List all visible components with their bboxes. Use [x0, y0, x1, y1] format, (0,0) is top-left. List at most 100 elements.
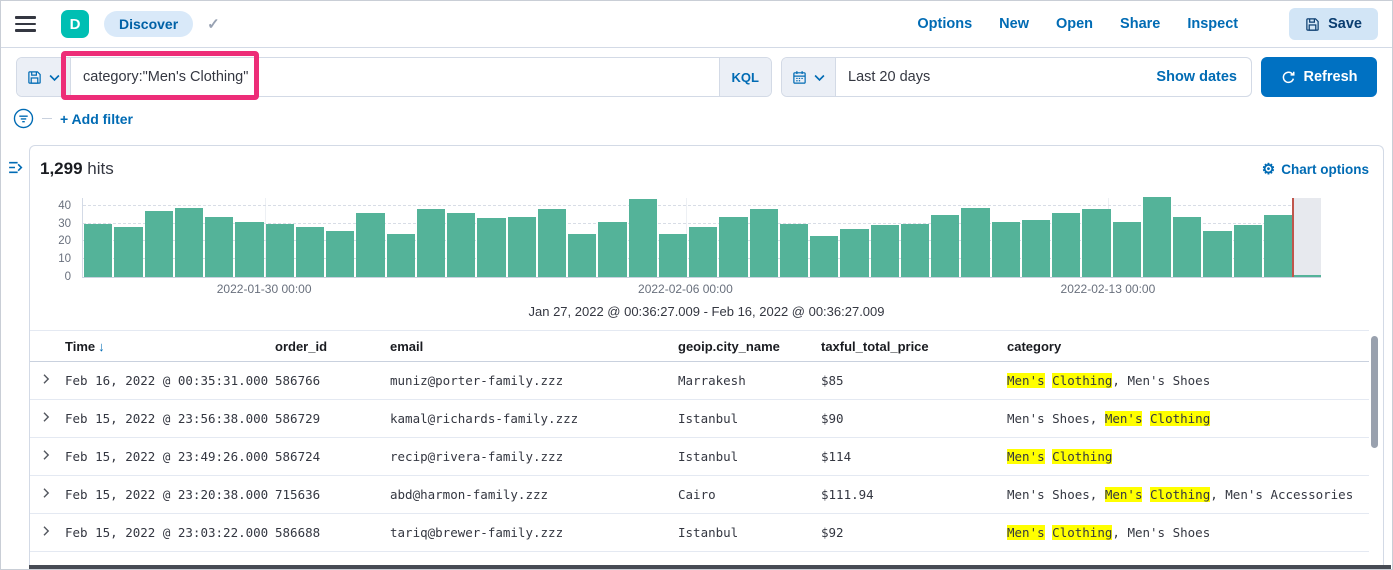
horizontal-scrollbar[interactable]: [29, 565, 1391, 569]
histogram-bar[interactable]: [386, 234, 415, 277]
expand-sidebar-icon[interactable]: [7, 159, 24, 175]
histogram-bar[interactable]: [356, 213, 385, 277]
histogram-bar[interactable]: [537, 209, 566, 277]
space-avatar[interactable]: D: [61, 10, 89, 38]
vertical-scrollbar-thumb[interactable]: [1371, 336, 1378, 448]
histogram-bar[interactable]: [1052, 213, 1081, 277]
date-range-value[interactable]: Last 20 days: [836, 58, 1142, 96]
filter-divider: [42, 118, 52, 119]
refresh-icon: [1281, 70, 1296, 85]
histogram-bar[interactable]: [447, 213, 476, 277]
column-header-order-id[interactable]: order_id: [275, 330, 390, 362]
cell-email: tariq@brewer-family.zzz: [390, 513, 678, 552]
histogram-chart: 0 10 20 30 40 2022-01-30 00:00 2022-02-06 00:…: [58, 197, 1321, 298]
save-button-label: Save: [1328, 16, 1362, 32]
expand-row-button[interactable]: [30, 361, 65, 400]
histogram-bar[interactable]: [779, 223, 808, 277]
cell-email: recip@rivera-family.zzz: [390, 437, 678, 476]
nav-open[interactable]: Open: [1056, 16, 1093, 32]
histogram-bar[interactable]: [719, 216, 748, 277]
show-dates-button[interactable]: Show dates: [1142, 58, 1251, 96]
histogram-bar[interactable]: [810, 236, 839, 277]
saved-query-menu-button[interactable]: [17, 58, 71, 96]
expand-row-button[interactable]: [30, 399, 65, 438]
chart-options-label: Chart options: [1281, 161, 1369, 177]
column-header-time[interactable]: Time ↓: [65, 330, 275, 362]
nav-new[interactable]: New: [999, 16, 1029, 32]
top-navigation-bar: D Discover ✓ Options New Open Share Insp…: [1, 1, 1392, 48]
histogram-bar[interactable]: [900, 223, 929, 277]
column-header-city[interactable]: geoip.city_name: [678, 330, 821, 362]
histogram-bar[interactable]: [658, 234, 687, 277]
histogram-bar[interactable]: [1263, 214, 1292, 277]
cell-category: Men's Shoes, Men's Clothing: [1007, 399, 1369, 438]
histogram-bar[interactable]: [870, 225, 899, 277]
cell-time: Feb 15, 2022 @ 23:03:22.000: [65, 513, 275, 552]
chart-options-button[interactable]: ⚙ Chart options: [1262, 162, 1369, 177]
date-quick-select-button[interactable]: [782, 58, 836, 96]
partial-bucket-endzone: [1294, 198, 1321, 277]
histogram-bar[interactable]: [235, 221, 264, 277]
column-header-price[interactable]: taxful_total_price: [821, 330, 1007, 362]
results-panel: 1,299 hits ⚙ Chart options 0 10 20 30 40: [29, 145, 1384, 569]
histogram-bar[interactable]: [840, 229, 869, 277]
histogram-bar[interactable]: [114, 227, 143, 277]
histogram-bar[interactable]: [205, 216, 234, 277]
cell-category: Men's Clothing, Men's Shoes: [1007, 513, 1369, 552]
histogram-bar[interactable]: [991, 221, 1020, 277]
column-header-category[interactable]: category: [1007, 330, 1369, 362]
histogram-bar[interactable]: [961, 207, 990, 277]
histogram-bar[interactable]: [477, 218, 506, 277]
category-text: Men's Shoes,: [1007, 411, 1105, 426]
floppy-disk-icon: [27, 70, 42, 85]
histogram-bar[interactable]: [1112, 221, 1141, 277]
cell-order-id: 586729: [275, 399, 390, 438]
histogram-bar[interactable]: [1082, 209, 1111, 277]
histogram-bar[interactable]: [265, 223, 294, 277]
table-row: Feb 15, 2022 @ 23:56:38.000 586729 kamal@r…: [30, 399, 1369, 438]
left-gutter: [1, 145, 29, 569]
expand-row-button[interactable]: [30, 513, 65, 552]
filter-circle-icon[interactable]: [13, 108, 34, 129]
histogram-bar[interactable]: [144, 211, 173, 277]
expand-row-button[interactable]: [30, 437, 65, 476]
histogram-bar[interactable]: [689, 227, 718, 277]
histogram-bar[interactable]: [749, 209, 778, 277]
histogram-bar[interactable]: [174, 207, 203, 277]
table-row: Feb 15, 2022 @ 23:03:22.000 586688 tariq@b…: [30, 513, 1369, 552]
top-menu: Options New Open Share Inspect Save: [917, 8, 1378, 40]
histogram-bar[interactable]: [568, 234, 597, 277]
histogram-bar[interactable]: [931, 214, 960, 277]
histogram-bar[interactable]: [1233, 225, 1262, 277]
histogram-bar[interactable]: [295, 227, 324, 277]
expand-row-button[interactable]: [30, 475, 65, 514]
cell-time: Feb 15, 2022 @ 23:49:26.000: [65, 437, 275, 476]
histogram-bar[interactable]: [507, 216, 536, 277]
add-filter-button[interactable]: + Add filter: [60, 111, 133, 127]
highlighted-term: Men's: [1007, 373, 1045, 388]
histogram-bar[interactable]: [1142, 197, 1171, 277]
hits-number: 1,299: [40, 159, 83, 178]
histogram-bar[interactable]: [628, 198, 657, 277]
nav-inspect[interactable]: Inspect: [1187, 16, 1238, 32]
query-input[interactable]: [71, 58, 719, 96]
refresh-button[interactable]: Refresh: [1261, 57, 1377, 97]
cell-email: kamal@richards-family.zzz: [390, 399, 678, 438]
nav-share[interactable]: Share: [1120, 16, 1160, 32]
histogram-bar[interactable]: [1173, 216, 1202, 277]
time-range-caption: Jan 27, 2022 @ 00:36:27.009 - Feb 16, 20…: [528, 304, 885, 319]
query-language-badge[interactable]: KQL: [718, 58, 771, 96]
histogram-bar[interactable]: [1021, 220, 1050, 277]
histogram-bar[interactable]: [326, 230, 355, 277]
histogram-bar[interactable]: [84, 223, 113, 277]
histogram-bar[interactable]: [416, 209, 445, 277]
nav-options[interactable]: Options: [917, 16, 972, 32]
highlighted-term: Clothing: [1052, 373, 1113, 388]
histogram-bar[interactable]: [598, 221, 627, 277]
partial-bucket-bar: [1294, 275, 1321, 277]
y-axis-tick-label: 20: [58, 235, 71, 248]
histogram-bar[interactable]: [1203, 230, 1232, 277]
menu-hamburger-icon[interactable]: [15, 16, 36, 32]
column-header-email[interactable]: email: [390, 330, 678, 362]
save-button[interactable]: Save: [1289, 8, 1378, 40]
